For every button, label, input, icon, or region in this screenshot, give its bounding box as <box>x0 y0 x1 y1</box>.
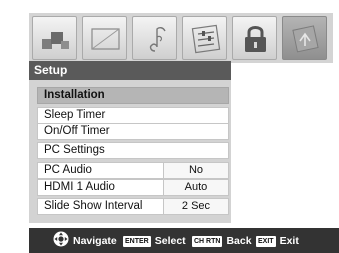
menu-item-label: Slide Show Interval <box>44 200 143 212</box>
tv-setup-screen: Setup Installation Sleep Timer On/Off Ti… <box>0 0 339 253</box>
tab-picture[interactable] <box>32 16 77 60</box>
help-select: ENTER Select <box>123 235 186 247</box>
music-note-icon <box>149 26 166 52</box>
menu-item-on-off-timer[interactable]: On/Off Timer <box>37 123 229 140</box>
frame-icon <box>91 28 120 50</box>
slide-show-interval-value[interactable]: 2 Sec <box>163 199 228 214</box>
menu-item-installation[interactable]: Installation <box>37 87 229 104</box>
exit-key-icon: EXIT <box>256 235 276 247</box>
help-navigate: Navigate <box>53 231 117 247</box>
menu-item-pc-audio[interactable]: PC Audio No <box>37 162 229 179</box>
tab-frame[interactable] <box>82 16 127 60</box>
category-icon-bar <box>29 13 333 63</box>
enter-key-icon: ENTER <box>123 235 151 247</box>
hdmi-1-audio-value[interactable]: Auto <box>163 180 228 195</box>
menu-item-label: Installation <box>44 89 105 101</box>
menu-title-bar: Setup <box>29 61 231 80</box>
help-back: CH RTN Back <box>192 235 252 247</box>
tab-locks[interactable] <box>232 16 277 60</box>
tab-preferences[interactable] <box>182 16 227 60</box>
pc-audio-value[interactable]: No <box>163 163 228 178</box>
setup-icon <box>292 25 319 53</box>
menu-item-sleep-timer[interactable]: Sleep Timer <box>37 107 229 124</box>
menu-item-slide-show-interval[interactable]: Slide Show Interval 2 Sec <box>37 198 229 215</box>
dpad-icon <box>53 231 69 252</box>
menu-title: Setup <box>34 63 68 77</box>
back-label: Back <box>226 235 252 247</box>
menu-item-label: PC Audio <box>44 164 92 176</box>
menu-item-label: Sleep Timer <box>44 109 106 121</box>
lock-icon <box>245 26 266 52</box>
exit-label: Exit <box>279 235 299 247</box>
menu-item-label: PC Settings <box>44 144 105 156</box>
menu-item-hdmi-1-audio[interactable]: HDMI 1 Audio Auto <box>37 179 229 196</box>
picture-icon <box>42 32 69 49</box>
menu-item-label: HDMI 1 Audio <box>44 181 115 193</box>
menu-item-label: On/Off Timer <box>44 125 110 137</box>
select-label: Select <box>154 235 186 247</box>
help-exit: EXIT Exit <box>256 235 299 247</box>
settings-sliders-icon <box>191 24 221 54</box>
tab-audio[interactable] <box>132 16 177 60</box>
button-help-bar: Navigate ENTER Select CH RTN Back EXIT E… <box>29 228 339 253</box>
navigate-label: Navigate <box>73 235 117 247</box>
ch-rtn-key-icon: CH RTN <box>192 235 223 247</box>
setup-menu-panel: Setup Installation Sleep Timer On/Off Ti… <box>29 61 231 223</box>
tab-setup[interactable] <box>282 16 327 60</box>
menu-item-pc-settings[interactable]: PC Settings <box>37 142 229 159</box>
